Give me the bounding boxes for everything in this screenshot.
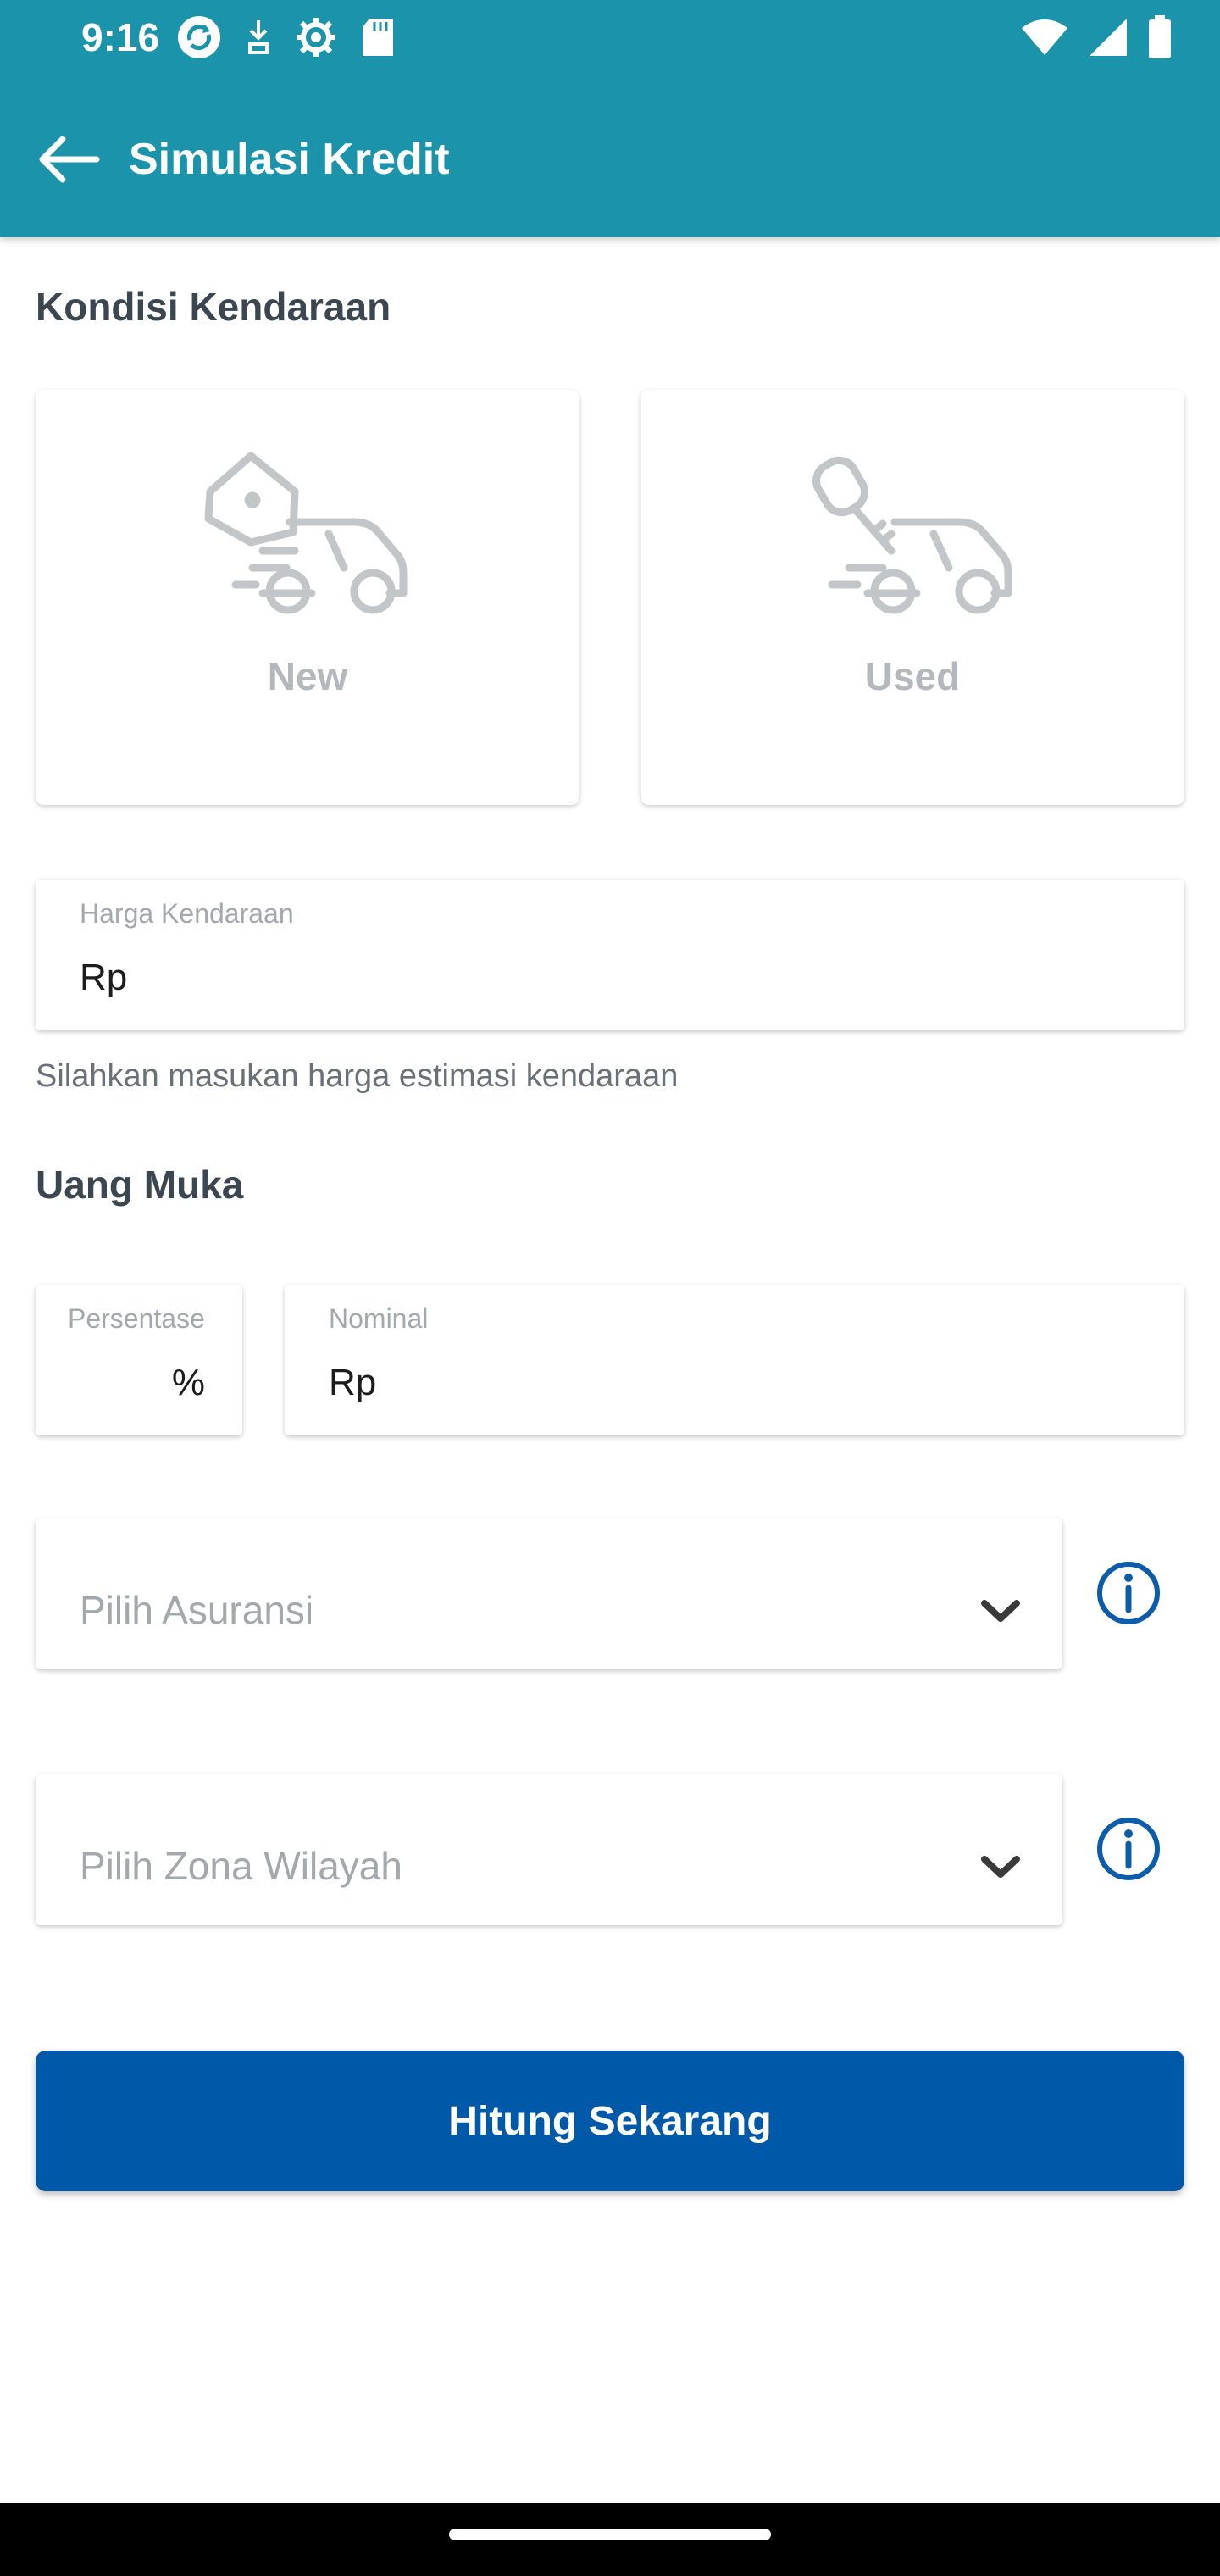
zone-select[interactable]: Pilih Zona Wilayah <box>36 1774 1062 1925</box>
price-field[interactable]: Harga Kendaraan Rp <box>36 880 1184 1030</box>
battery-icon <box>1149 15 1171 58</box>
percentage-field-label: Persentase <box>68 1303 205 1334</box>
status-time: 9:16 <box>81 15 160 59</box>
arrow-left-icon <box>39 136 100 183</box>
price-helper-text: Silahkan masukan harga estimasi kendaraa… <box>36 1058 679 1094</box>
home-gesture-handle[interactable] <box>449 2529 771 2540</box>
zone-select-placeholder: Pilih Zona Wilayah <box>80 1844 402 1888</box>
car-key-icon <box>812 456 1012 614</box>
insurance-info-icon[interactable] <box>1095 1559 1162 1627</box>
nominal-field[interactable]: Nominal Rp <box>285 1285 1184 1435</box>
condition-used-label: Used <box>864 654 961 698</box>
condition-option-used[interactable]: Used <box>640 390 1184 805</box>
download-icon <box>248 20 269 54</box>
calculate-button[interactable]: Hitung Sekarang <box>36 2051 1184 2191</box>
insurance-select[interactable]: Pilih Asuransi <box>36 1518 1062 1669</box>
price-field-label: Harga Kendaraan <box>80 898 294 929</box>
status-icons-left <box>176 14 395 61</box>
car-tag-icon <box>204 452 408 614</box>
chevron-down-icon <box>981 1600 1020 1622</box>
signal-icon <box>1090 19 1127 56</box>
condition-new-label: New <box>267 654 348 698</box>
settings-icon <box>297 18 336 57</box>
insurance-select-placeholder: Pilih Asuransi <box>80 1588 314 1632</box>
app-bar: 9:16 Simulasi Kredit <box>0 0 1220 237</box>
status-icons-right <box>1020 12 1173 63</box>
page-title: Simulasi Kredit <box>129 135 450 184</box>
wifi-icon <box>1022 19 1068 55</box>
zone-info-icon[interactable] <box>1095 1815 1162 1883</box>
condition-option-new[interactable]: New <box>36 390 580 805</box>
vehicle-condition-title: Kondisi Kendaraan <box>36 285 391 329</box>
back-button[interactable] <box>30 125 105 193</box>
chevron-down-icon <box>981 1856 1020 1878</box>
down-payment-title: Uang Muka <box>36 1163 244 1207</box>
price-field-prefix: Rp <box>80 957 128 998</box>
sync-icon <box>178 16 220 58</box>
nominal-prefix: Rp <box>329 1362 377 1403</box>
percentage-field[interactable]: Persentase % <box>36 1285 242 1435</box>
percentage-suffix: % <box>171 1362 205 1403</box>
sd-card-icon <box>363 19 393 56</box>
nominal-field-label: Nominal <box>329 1303 429 1334</box>
system-nav-bar <box>0 2503 1220 2576</box>
